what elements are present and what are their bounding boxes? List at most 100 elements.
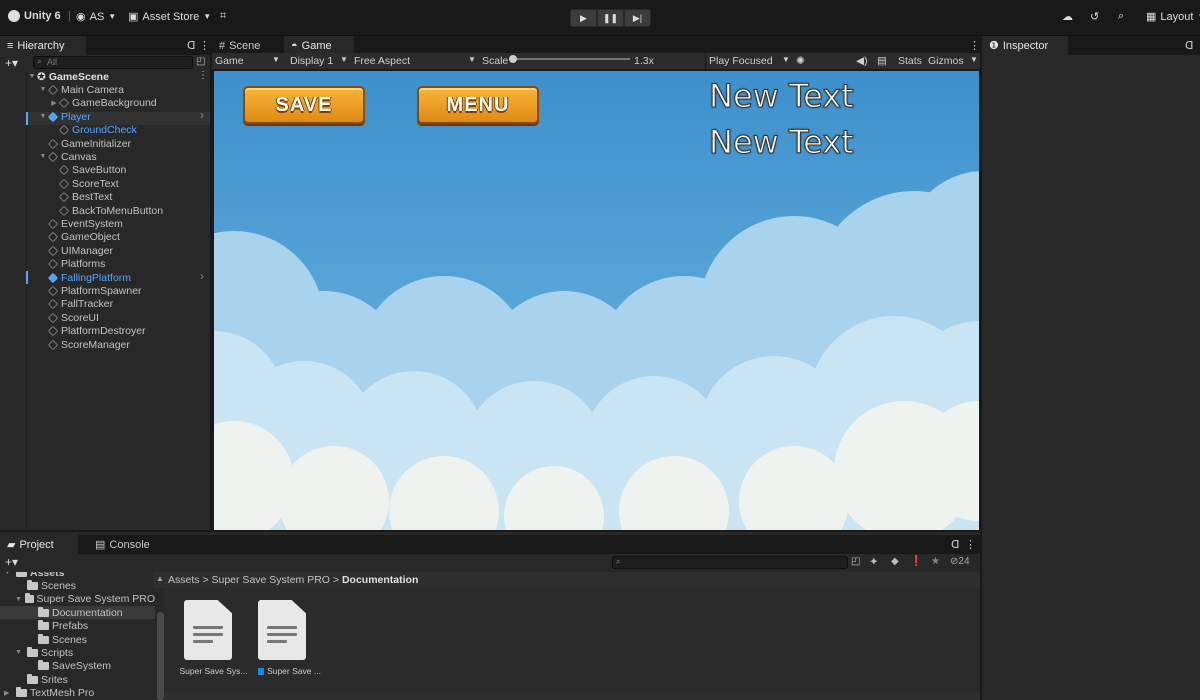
chevron-right-icon[interactable]: › — [200, 269, 204, 283]
hierarchy-item[interactable]: ▼ Player — [38, 110, 91, 123]
caret-right-icon[interactable]: ▶ — [4, 689, 13, 697]
add-object-button[interactable]: +▾ — [5, 56, 18, 70]
hierarchy-item[interactable]: BackToMenuButton — [49, 204, 163, 217]
kebab-menu-icon[interactable]: ⋮ — [958, 535, 983, 554]
display-dropdown[interactable]: Display 1 — [290, 55, 333, 67]
scene-visibility-icon[interactable]: ◰ — [196, 56, 205, 67]
filter-window-icon[interactable]: ◰ — [851, 556, 860, 567]
caret-down-icon[interactable]: ▼ — [4, 572, 13, 576]
breadcrumb-super-save[interactable]: Super Save System PRO — [212, 574, 330, 586]
step-button[interactable]: ▶| — [624, 9, 651, 27]
favorite-star-icon[interactable]: ★ — [931, 556, 940, 567]
collapse-up-icon[interactable]: ▲ — [156, 574, 164, 583]
audio-icon[interactable]: ◀) — [856, 55, 868, 67]
history-icon[interactable]: ↺ — [1090, 10, 1099, 23]
filter-type-icon[interactable]: ⯌ — [870, 556, 878, 567]
project-folder-label: Scenes — [52, 633, 88, 646]
kebab-menu-icon[interactable]: ⋮ — [198, 70, 208, 81]
gizmos-toggle[interactable]: Gizmos — [928, 55, 964, 67]
unity-menu[interactable]: Unity 6 — [8, 10, 61, 22]
tab-inspector[interactable]: ❶ Inspector — [982, 36, 1068, 55]
play-mode-dropdown[interactable]: Play Focused — [709, 55, 773, 67]
hierarchy-item[interactable]: FallingPlatform — [38, 271, 131, 284]
caret-right-icon[interactable]: ▶ — [49, 99, 59, 107]
hierarchy-item[interactable]: GroundCheck — [49, 124, 137, 137]
aspect-dropdown[interactable]: Free Aspect — [354, 55, 410, 67]
tab-hierarchy[interactable]: ≡ Hierarchy — [0, 36, 86, 55]
asset-store-dropdown[interactable]: ▣ Asset Store ▼ — [128, 10, 211, 24]
hierarchy-item[interactable]: PlatformDestroyer — [38, 325, 146, 338]
layout-dropdown[interactable]: ▦ Layout ▼ — [1146, 10, 1200, 24]
version-control-icon[interactable]: ⌗ — [220, 10, 226, 23]
breadcrumb-assets[interactable]: Assets — [168, 574, 200, 586]
hierarchy-item[interactable]: GameObject — [38, 231, 120, 244]
tree-scrollbar[interactable] — [157, 612, 164, 700]
hierarchy-item[interactable]: ▼ Main Camera — [38, 83, 125, 96]
search-icon[interactable]: ⌕ — [1118, 10, 1124, 23]
lock-icon[interactable]: ᗡ — [1178, 36, 1200, 55]
hidden-packages-toggle[interactable]: ⊘24 — [950, 556, 970, 567]
game-viewport[interactable]: SAVE MENU New Text New Text — [214, 71, 979, 530]
breadcrumb-documentation[interactable]: Documentation — [342, 574, 418, 586]
hierarchy-item[interactable]: ScoreText — [49, 177, 119, 190]
project-folder-item[interactable]: ▼ Scripts — [0, 646, 155, 659]
game-save-button[interactable]: SAVE — [243, 86, 365, 124]
hierarchy-item[interactable]: PlatformSpawner — [38, 284, 142, 297]
warning-filter-icon[interactable]: ❗ — [910, 556, 922, 567]
divider — [705, 53, 706, 70]
gameobject-cube-icon — [47, 339, 59, 350]
hierarchy-item[interactable]: ▼ Canvas — [38, 150, 97, 163]
project-folder-item[interactable]: ▶ TextMesh Pro — [0, 687, 155, 700]
project-folder-item[interactable]: Documentation — [0, 606, 155, 620]
hierarchy-item[interactable]: FallTracker — [38, 298, 113, 311]
project-search-input[interactable]: ⌕ — [612, 556, 848, 569]
project-folder-item[interactable]: Scenes — [0, 633, 155, 646]
hierarchy-item[interactable]: EventSystem — [38, 217, 123, 230]
slider-thumb[interactable] — [509, 55, 517, 63]
create-asset-button[interactable]: +▾ — [5, 555, 18, 569]
caret-down-icon[interactable]: ▼ — [15, 596, 22, 603]
project-folder-item[interactable]: Srites — [0, 673, 155, 686]
stats-toggle[interactable]: Stats — [898, 55, 922, 67]
hierarchy-item[interactable]: GameInitializer — [38, 137, 131, 150]
project-folder-item[interactable]: SaveSystem — [0, 660, 155, 673]
hierarchy-item[interactable]: ▼ ✪ GameScene — [27, 70, 109, 83]
account-dropdown[interactable]: ◉ AS ▼ — [76, 10, 116, 24]
keyboard-icon[interactable]: ▤ — [877, 55, 887, 67]
pause-button[interactable]: ❚❚ — [597, 9, 624, 27]
gameobject-cube-icon — [47, 218, 59, 229]
game-mode-dropdown[interactable]: Game — [215, 55, 244, 67]
hierarchy-item-label: BackToMenuButton — [72, 204, 164, 217]
hierarchy-item[interactable]: ScoreManager — [38, 338, 130, 351]
hierarchy-item[interactable]: ▶ GameBackground — [49, 97, 156, 110]
document-icon — [258, 600, 306, 660]
gameobject-cube-icon — [47, 259, 59, 270]
caret-down-icon[interactable]: ▼ — [38, 113, 48, 120]
tab-console[interactable]: ▤ Console — [88, 535, 157, 554]
hierarchy-search-input[interactable]: ⌕ All — [33, 56, 193, 69]
project-folder-item[interactable]: Prefabs — [0, 620, 155, 633]
caret-down-icon[interactable]: ▼ — [38, 86, 48, 93]
caret-down-icon[interactable]: ▼ — [27, 73, 37, 80]
hierarchy-item[interactable]: BestText — [49, 191, 112, 204]
hierarchy-item[interactable]: Platforms — [38, 258, 105, 271]
bug-icon[interactable]: ✺ — [796, 55, 805, 67]
asset-file[interactable]: Super Save ... — [252, 600, 327, 700]
play-button[interactable]: ▶ — [570, 9, 597, 27]
chevron-right-icon[interactable]: › — [200, 108, 204, 122]
project-folder-item[interactable]: ▼ Super Save System PRO — [0, 593, 155, 606]
caret-down-icon[interactable]: ▼ — [15, 649, 24, 656]
hierarchy-item[interactable]: SaveButton — [49, 164, 126, 177]
game-menu-button[interactable]: MENU — [417, 86, 539, 124]
hierarchy-item[interactable]: ScoreUI — [38, 311, 99, 324]
scale-slider[interactable] — [509, 55, 630, 63]
folder-icon — [38, 633, 49, 644]
filter-label-icon[interactable]: ◆ — [891, 556, 899, 567]
project-folder-item[interactable]: ▼ Assets — [0, 572, 155, 579]
project-folder-item[interactable]: Scenes — [0, 579, 155, 592]
cloud-icon[interactable]: ☁ — [1062, 10, 1073, 23]
tab-project[interactable]: ▰ Project — [0, 535, 78, 554]
hierarchy-item[interactable]: UIManager — [38, 244, 113, 257]
caret-down-icon[interactable]: ▼ — [38, 153, 48, 160]
asset-file[interactable]: Super Save Sys... — [176, 600, 251, 700]
